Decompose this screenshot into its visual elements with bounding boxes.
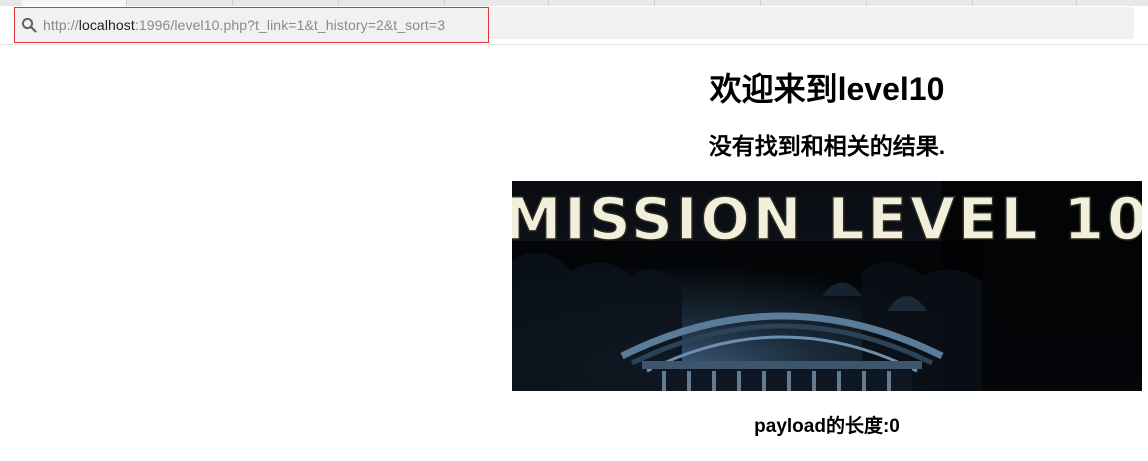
banner-title-text: MISSION LEVEL 10 — [512, 185, 1142, 253]
page-content: 欢迎来到level10 没有找到和相关的结果. MISSION LEVEL 10… — [0, 45, 1148, 461]
search-result-message: 没有找到和相关的结果. — [708, 133, 946, 159]
url-text: http://localhost:1996/level10.php?t_link… — [43, 17, 445, 33]
omnibox: http://localhost:1996/level10.php?t_link… — [14, 7, 1134, 43]
tab-divider — [654, 0, 655, 6]
tab-divider — [126, 0, 127, 6]
payload-length-label: payload的长度:0 — [754, 416, 900, 437]
tab-divider — [1076, 0, 1077, 6]
page-title: 欢迎来到level10 — [709, 71, 945, 107]
browser-toolbar: http://localhost:1996/level10.php?t_link… — [0, 0, 1148, 45]
tab-divider — [338, 0, 339, 6]
url-path: :1996/level10.php?t_link=1&t_history=2&t… — [134, 17, 446, 33]
mission-level-banner-image: MISSION LEVEL 10 — [512, 181, 1142, 391]
search-icon — [20, 16, 38, 34]
tab-strip — [0, 0, 1148, 6]
tab-divider — [972, 0, 973, 6]
tab-divider — [866, 0, 867, 6]
tab-divider — [232, 0, 233, 6]
url-scheme: http:// — [43, 17, 79, 33]
tab-divider — [444, 0, 445, 6]
address-bar[interactable]: http://localhost:1996/level10.php?t_link… — [14, 7, 489, 43]
active-tab[interactable] — [22, 0, 126, 6]
url-host: localhost — [78, 17, 135, 33]
tab-divider — [548, 0, 549, 6]
tab-divider — [760, 0, 761, 6]
